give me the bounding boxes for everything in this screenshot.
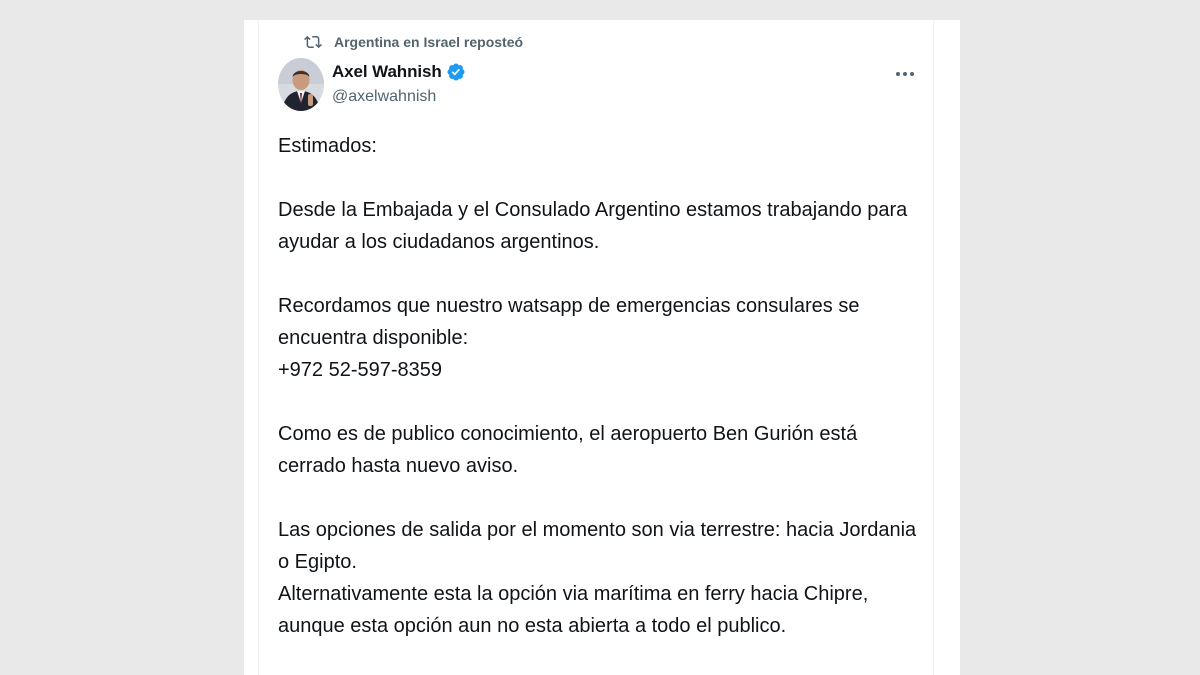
tweet-line: Las opciones de salida por el momento so… <box>278 519 917 541</box>
repost-indicator[interactable]: Argentina en Israel reposteó <box>304 32 523 52</box>
tweet-card: Argentina en Israel reposteó Axel Wahnis… <box>244 20 960 675</box>
tweet-line: Estimados: <box>278 135 377 157</box>
repost-icon <box>304 33 322 51</box>
more-options-button[interactable] <box>890 62 920 84</box>
tweet-paragraph: Estimados: <box>278 130 928 162</box>
author-info: Axel Wahnish @axelwahnish <box>332 60 466 106</box>
tweet-line: Desde la Embajada y el Consulado Argenti… <box>278 199 908 221</box>
tweet-line: Como es de publico conocimiento, el aero… <box>278 423 858 445</box>
author-display-name[interactable]: Axel Wahnish <box>332 62 442 82</box>
verified-badge-icon <box>446 62 466 82</box>
more-horizontal-icon <box>895 64 915 82</box>
phone-number: +972 52-597-8359 <box>278 359 443 381</box>
tweet-line: ayudar a los ciudadanos argentinos. <box>278 231 600 253</box>
tweet-paragraph: Las opciones de salida por el momento so… <box>278 514 928 642</box>
tweet-paragraph: Desde la Embajada y el Consulado Argenti… <box>278 194 928 258</box>
tweet-line: Alternativamente esta la opción via marí… <box>278 583 869 605</box>
tweet-line: o Egipto. <box>278 551 357 573</box>
author-handle[interactable]: @axelwahnish <box>332 88 466 106</box>
tweet-paragraph: Recordamos que nuestro watsapp de emerge… <box>278 290 928 386</box>
tweet-text: Estimados: Desde la Embajada y el Consul… <box>278 130 928 674</box>
tweet-line: encuentra disponible: <box>278 327 469 349</box>
tweet-line: Recordamos que nuestro watsapp de emerge… <box>278 295 860 317</box>
tweet-line: cerrado hasta nuevo aviso. <box>278 455 519 477</box>
repost-text: Argentina en Israel reposteó <box>334 34 524 50</box>
tweet-line: aunque esta opción aun no esta abierta a… <box>278 615 787 637</box>
tweet-paragraph: Como es de publico conocimiento, el aero… <box>278 418 928 482</box>
avatar[interactable] <box>278 58 324 111</box>
